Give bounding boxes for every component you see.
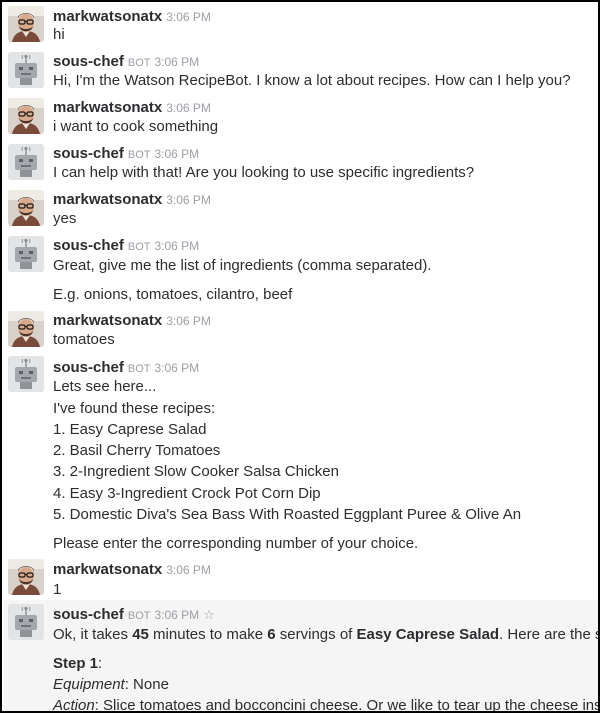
message-text: 1 <box>53 581 62 598</box>
timestamp[interactable]: 3:06 PM <box>154 361 199 375</box>
message-text: Lets see here... <box>53 378 157 395</box>
recipe-option: 2. Basil Cherry Tomatoes <box>53 442 221 459</box>
message-header: sous-chef BOT 3:06 PM ☆ <box>53 606 215 623</box>
recipe-option: 3. 2-Ingredient Slow Cooker Salsa Chicke… <box>53 463 339 480</box>
timestamp[interactable]: 3:06 PM <box>166 193 211 207</box>
message-text: Ok, it takes 45 minutes to make 6 servin… <box>53 626 598 643</box>
step-heading: Step 1: <box>53 655 103 672</box>
action-line: Action: Slice tomatoes and bocconcini ch… <box>53 697 600 713</box>
recipe-option: 1. Easy Caprese Salad <box>53 421 207 438</box>
user-name[interactable]: markwatsonatx <box>53 312 162 329</box>
timestamp[interactable]: 3:06 PM <box>166 563 211 577</box>
minutes-value: 45 <box>132 626 149 643</box>
servings-value: 6 <box>267 626 276 643</box>
user-name[interactable]: markwatsonatx <box>53 8 162 25</box>
user-name[interactable]: sous-chef <box>53 237 124 254</box>
user-name[interactable]: sous-chef <box>53 606 124 623</box>
recipe-name: Easy Caprese Salad <box>356 626 500 643</box>
timestamp[interactable]: 3:06 PM <box>154 239 199 253</box>
message-header: markwatsonatx 3:06 PM <box>53 8 211 25</box>
message: markwatsonatx 3:06 PM 1 <box>4 556 598 600</box>
message: sous-chef BOT 3:06 PM Lets see here... I'v… <box>4 354 598 556</box>
star-outline-icon[interactable]: ☆ <box>203 607 215 622</box>
message-header: markwatsonatx 3:06 PM <box>53 561 211 578</box>
bot-avatar[interactable] <box>8 144 44 180</box>
equipment-line: Equipment: None <box>53 676 169 693</box>
recipe-option: 5. Domestic Diva's Sea Bass With Roasted… <box>53 506 522 523</box>
message-text: Please enter the corresponding number of… <box>53 535 419 552</box>
message: markwatsonatx 3:06 PM hi <box>4 4 598 48</box>
message: sous-chef BOT 3:06 PM Great, give me the l… <box>4 232 598 308</box>
message-text: I've found these recipes: <box>53 400 216 417</box>
message-header: markwatsonatx 3:06 PM <box>53 99 211 116</box>
timestamp[interactable]: 3:06 PM <box>154 55 199 69</box>
message-highlighted[interactable]: sous-chef BOT 3:06 PM ☆ Ok, it takes 45 min… <box>4 600 600 713</box>
message-text: I can help with that! Are you looking to… <box>53 164 475 181</box>
avatar[interactable] <box>8 6 44 42</box>
timestamp[interactable]: 3:06 PM <box>166 101 211 115</box>
user-name[interactable]: markwatsonatx <box>53 99 162 116</box>
bot-avatar[interactable] <box>8 604 44 640</box>
message-header: sous-chef BOT 3:06 PM <box>53 359 199 376</box>
timestamp[interactable]: 3:06 PM <box>166 10 211 24</box>
user-name[interactable]: sous-chef <box>53 53 124 70</box>
bot-badge: BOT <box>127 363 151 375</box>
message-text: hi <box>53 26 65 43</box>
bot-badge: BOT <box>127 57 151 69</box>
message-text: Great, give me the list of ingredients (… <box>53 257 432 274</box>
message-text: yes <box>53 210 77 227</box>
message-header: markwatsonatx 3:06 PM <box>53 191 211 208</box>
avatar[interactable] <box>8 559 44 595</box>
message-text: Hi, I'm the Watson RecipeBot. I know a l… <box>53 72 571 89</box>
message: sous-chef BOT 3:06 PM Hi, I'm the Watson R… <box>4 48 598 94</box>
user-name[interactable]: sous-chef <box>53 145 124 162</box>
timestamp[interactable]: 3:06 PM <box>154 608 199 622</box>
user-name[interactable]: markwatsonatx <box>53 191 162 208</box>
recipe-option: 4. Easy 3-Ingredient Crock Pot Corn Dip <box>53 485 321 502</box>
message-text: tomatoes <box>53 331 115 348</box>
timestamp[interactable]: 3:06 PM <box>154 147 199 161</box>
avatar[interactable] <box>8 311 44 347</box>
bot-badge: BOT <box>127 610 151 622</box>
avatar[interactable] <box>8 190 44 226</box>
message-header: sous-chef BOT 3:06 PM <box>53 237 199 254</box>
chat-window: markwatsonatx 3:06 PM hi sous-chef BOT 3:06… <box>0 0 600 713</box>
bot-avatar[interactable] <box>8 236 44 272</box>
message-header: markwatsonatx 3:06 PM <box>53 312 211 329</box>
avatar[interactable] <box>8 98 44 134</box>
bot-avatar[interactable] <box>8 356 44 392</box>
message: markwatsonatx 3:06 PM tomatoes <box>4 308 598 354</box>
timestamp[interactable]: 3:06 PM <box>166 314 211 328</box>
message-text: E.g. onions, tomatoes, cilantro, beef <box>53 286 293 303</box>
message: sous-chef BOT 3:06 PM I can help with that… <box>4 140 598 186</box>
message-header: sous-chef BOT 3:06 PM <box>53 53 199 70</box>
message-text: i want to cook something <box>53 118 219 135</box>
bot-badge: BOT <box>127 149 151 161</box>
bot-badge: BOT <box>127 241 151 253</box>
user-name[interactable]: markwatsonatx <box>53 561 162 578</box>
bot-avatar[interactable] <box>8 52 44 88</box>
user-name[interactable]: sous-chef <box>53 359 124 376</box>
message: markwatsonatx 3:06 PM i want to cook some… <box>4 94 598 140</box>
message: markwatsonatx 3:06 PM yes <box>4 186 598 232</box>
message-header: sous-chef BOT 3:06 PM <box>53 145 199 162</box>
